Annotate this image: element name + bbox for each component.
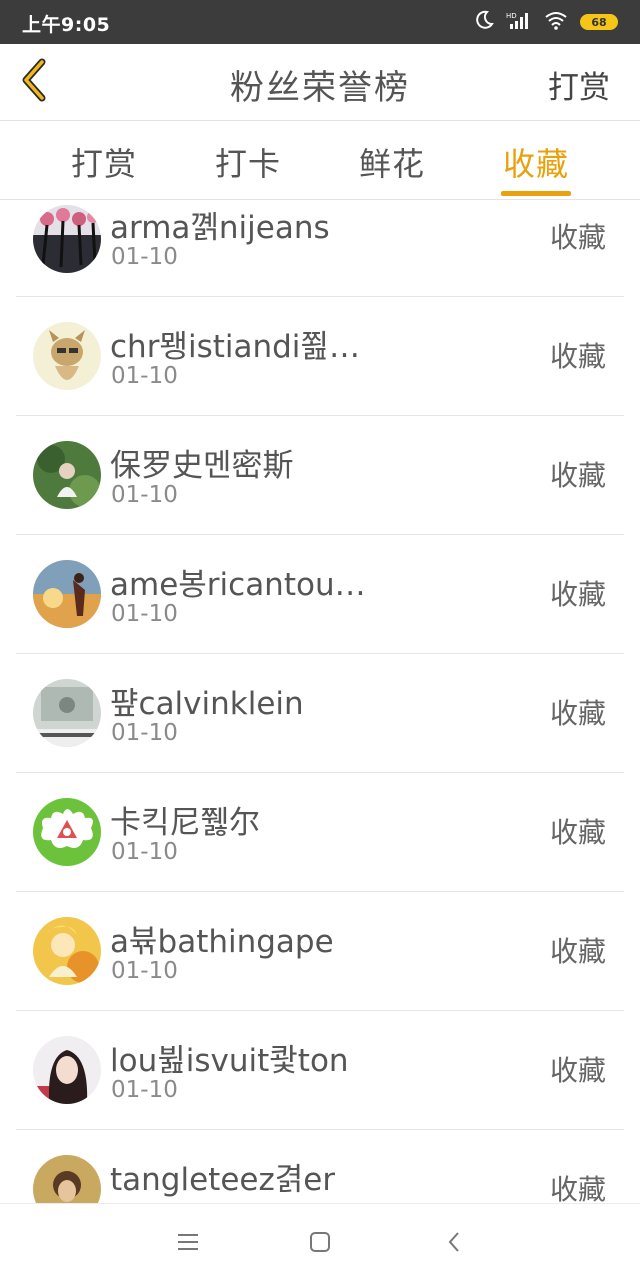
user-name: arma꼙nijeans [110, 210, 330, 246]
user-name: tangleteez겱er [110, 1162, 336, 1198]
moon-icon [474, 10, 494, 34]
user-name: chr뫵istiandi쬞… [110, 329, 360, 365]
user-name: 卡킥尼쮏尔 [110, 805, 261, 841]
system-nav-bar [0, 1203, 640, 1281]
list-item[interactable]: a뷲bathingape 01-10 收藏 [16, 892, 624, 1011]
user-name: ame봉ricantou… [110, 567, 366, 603]
reward-button[interactable]: 打赏 [548, 62, 610, 107]
status-time: 上午9:05 [22, 14, 111, 36]
action-label: 收藏 [549, 697, 606, 730]
action-label: 收藏 [549, 935, 606, 968]
avatar [33, 1155, 101, 1203]
hd-signal-icon: HD [506, 10, 532, 34]
action-label: 收藏 [549, 221, 606, 254]
list-item[interactable]: lou뷢isvuit쾇ton 01-10 收藏 [16, 1011, 624, 1130]
avatar [33, 441, 101, 509]
avatar [33, 798, 101, 866]
list-item[interactable]: 퍞calvinklein 01-10 收藏 [16, 654, 624, 773]
date: 01-10 [111, 720, 178, 746]
list-item[interactable]: arma꼙nijeans 01-10 收藏 [16, 200, 624, 297]
date: 01-10 [111, 244, 178, 270]
list-item[interactable]: 保罗史멘密斯 01-10 收藏 [16, 416, 624, 535]
status-bar: 上午9:05 HD 68 [0, 0, 640, 44]
date: 01-10 [111, 482, 178, 508]
avatar [33, 679, 101, 747]
fan-list[interactable]: arma꼙nijeans 01-10 收藏 chr뫵istiandi쬞… 01-… [0, 200, 640, 1203]
avatar [33, 560, 101, 628]
tab-reward[interactable]: 打赏 [44, 139, 164, 185]
action-label: 收藏 [549, 1173, 606, 1203]
date: 01-10 [111, 958, 178, 984]
date: 01-10 [111, 839, 178, 865]
home-square-icon [309, 1231, 331, 1257]
page-title: 粉丝荣誉榜 [230, 68, 410, 108]
user-name: 퍞calvinklein [110, 686, 304, 722]
back-arrow-icon [446, 1230, 462, 1258]
tab-checkin[interactable]: 打卡 [188, 139, 308, 185]
list-item[interactable]: ame봉ricantou… 01-10 收藏 [16, 535, 624, 654]
wifi-icon [544, 10, 568, 34]
date: 01-10 [111, 601, 178, 627]
action-label: 收藏 [549, 1054, 606, 1087]
home-button[interactable] [300, 1226, 340, 1262]
action-label: 收藏 [549, 340, 606, 373]
avatar [33, 205, 101, 273]
battery-icon: 68 [580, 14, 618, 30]
list-item[interactable]: 卡킥尼쮏尔 01-10 收藏 [16, 773, 624, 892]
tab-favorites[interactable]: 收藏 [476, 139, 596, 185]
action-label: 收藏 [549, 459, 606, 492]
menu-button[interactable] [168, 1226, 208, 1262]
back-nav-button[interactable] [434, 1226, 474, 1262]
header: 粉丝荣誉榜 打赏 [0, 44, 640, 121]
menu-icon [177, 1233, 199, 1255]
user-name: lou뷢isvuit쾇ton [110, 1043, 349, 1079]
avatar [33, 917, 101, 985]
avatar [33, 1036, 101, 1104]
tab-flowers[interactable]: 鲜花 [332, 139, 452, 185]
date: 01-10 [111, 1077, 178, 1103]
avatar [33, 322, 101, 390]
status-icons: HD 68 [474, 10, 618, 34]
user-name: 保罗史멘密斯 [110, 448, 294, 484]
tab-bar: 打赏 打卡 鲜花 收藏 [0, 121, 640, 200]
svg-text:HD: HD [506, 12, 517, 20]
user-name: a뷲bathingape [110, 924, 334, 960]
date: 01-10 [111, 363, 178, 389]
list-item[interactable]: tangleteez겱er 收藏 [16, 1130, 624, 1203]
action-label: 收藏 [549, 578, 606, 611]
tab-active-indicator [501, 191, 571, 196]
action-label: 收藏 [549, 816, 606, 849]
list-item[interactable]: chr뫵istiandi쬞… 01-10 收藏 [16, 297, 624, 416]
